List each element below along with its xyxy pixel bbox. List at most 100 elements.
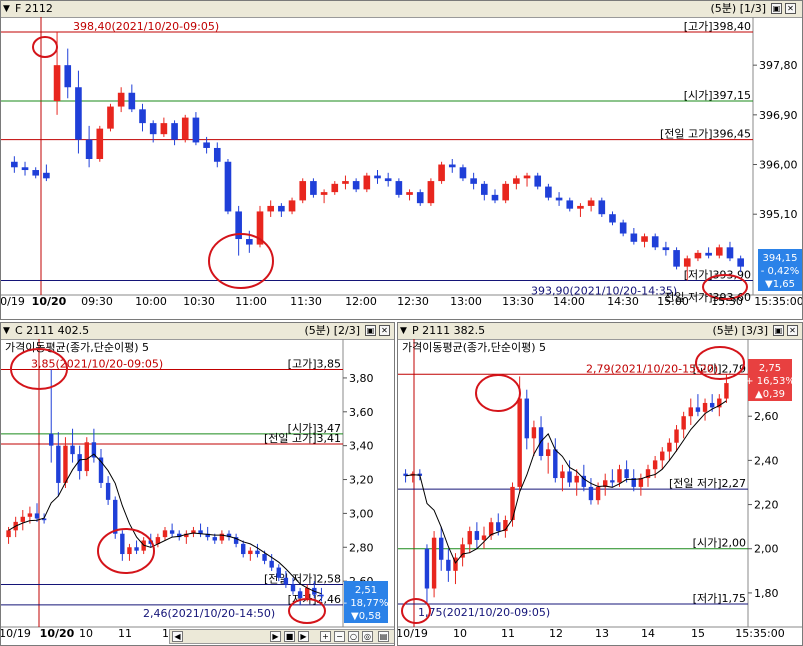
zoom-out-icon[interactable]: − xyxy=(334,631,345,642)
candle-body xyxy=(255,550,260,555)
candle-body xyxy=(70,445,75,455)
panel-titlebar: ▼ P 2111 382.5 (5분) [3/3] ▣ ✕ xyxy=(398,323,802,340)
candle-body xyxy=(248,550,253,555)
maximize-icon[interactable]: ▣ xyxy=(771,3,782,14)
candle-body xyxy=(342,181,349,184)
x-tick-label: 15:00 xyxy=(657,295,689,308)
candle-body xyxy=(683,258,691,267)
candle-body xyxy=(619,222,627,234)
badge-percent: - 0,42% xyxy=(761,266,800,277)
candle-body xyxy=(363,175,371,190)
maximize-icon[interactable]: ▣ xyxy=(773,325,784,336)
call-option-chart-svg: 3,803,603,403,203,002,802,60[고가]3,85[시가]… xyxy=(1,339,394,640)
candle-body xyxy=(6,530,11,538)
candle-body xyxy=(160,123,168,135)
y-tick-label: 396,00 xyxy=(759,159,798,172)
panel-title: C 2111 402.5 xyxy=(15,324,90,337)
candle-body xyxy=(181,117,189,140)
futures-chart-svg: 397,80 396,90 396,00 395,10 [고가]398,40 [시가]39… xyxy=(0,17,802,308)
reference-level-label: [저가]1,75 xyxy=(693,592,746,605)
close-icon[interactable]: ✕ xyxy=(787,325,798,336)
candle-body xyxy=(553,449,558,479)
candle-body xyxy=(283,577,289,585)
y-tick-label: 2,40 xyxy=(754,454,779,467)
candle-body xyxy=(427,181,435,204)
x-tick-label: 10/19 xyxy=(0,295,25,308)
stop-icon[interactable]: ■ xyxy=(284,631,295,642)
x-tick-label: 13:00 xyxy=(450,295,482,308)
candle-body xyxy=(660,451,665,461)
y-tick-label: 2,60 xyxy=(754,410,779,423)
candle-body xyxy=(288,200,296,212)
candle-body xyxy=(43,172,50,179)
settings-icon[interactable]: ▤ xyxy=(378,631,389,642)
zoom-reset-icon[interactable]: ○ xyxy=(348,631,359,642)
candle-body xyxy=(310,181,317,195)
candle-body xyxy=(21,167,29,171)
x-tick-label: 10/19 xyxy=(397,627,428,640)
candle-body xyxy=(709,402,715,408)
panel-page-indicator: (5분) [1/3] xyxy=(710,2,766,15)
candle-body xyxy=(374,175,381,179)
candle-body xyxy=(474,531,480,540)
candle-body xyxy=(641,236,648,242)
y-tick-label: 2,80 xyxy=(349,541,374,554)
candle-body xyxy=(105,482,111,500)
candle-body xyxy=(171,123,178,140)
collapse-triangle-icon[interactable]: ▼ xyxy=(3,1,10,17)
candle-body xyxy=(149,123,157,135)
x-tick-label: 12:30 xyxy=(397,295,429,308)
y-tick-label: 3,00 xyxy=(349,507,374,520)
candle-body xyxy=(384,178,392,182)
panel-page-indicator: (5분) [3/3] xyxy=(712,324,768,337)
candle-body xyxy=(662,247,670,251)
candle-body xyxy=(651,236,659,248)
candle-body xyxy=(290,584,296,592)
close-icon[interactable]: ✕ xyxy=(379,325,390,336)
reference-level-label: [전일 저가]2,58 xyxy=(264,572,341,586)
candle-body xyxy=(11,161,18,168)
candle-body xyxy=(267,205,274,212)
scroll-right-icon[interactable]: ▶ xyxy=(270,631,281,642)
candle-body xyxy=(610,480,615,483)
candle-body xyxy=(574,475,579,483)
reference-level-label: [시가]2,00 xyxy=(693,537,746,550)
futures-chart-panel: ▼ F 2112 (5분) [1/3] ▣ ✕ 397,80 396,90 396,… xyxy=(0,0,803,320)
candle-body xyxy=(566,200,574,209)
collapse-triangle-icon[interactable]: ▼ xyxy=(400,323,407,339)
x-tick-label: 10:00 xyxy=(135,295,167,308)
collapse-triangle-icon[interactable]: ▼ xyxy=(3,323,10,339)
zoom-in-icon[interactable]: + xyxy=(320,631,331,642)
candle-body xyxy=(431,537,437,589)
candle-body xyxy=(737,258,744,267)
scroll-left-icon[interactable]: ◀ xyxy=(172,631,183,642)
x-tick-label: 11 xyxy=(118,627,132,640)
x-tick-label: 11 xyxy=(501,627,515,640)
panel-page-indicator: (5분) [2/3] xyxy=(304,324,360,337)
close-icon[interactable]: ✕ xyxy=(785,3,796,14)
highlight-circle xyxy=(208,233,274,289)
play-icon[interactable]: ▶ xyxy=(298,631,309,642)
maximize-icon[interactable]: ▣ xyxy=(365,325,376,336)
candle-body xyxy=(113,499,118,534)
y-tick-label: 3,60 xyxy=(349,406,374,419)
candle-body xyxy=(169,530,175,534)
candle-body xyxy=(241,543,246,555)
put-option-chart-panel: ▼ P 2111 382.5 (5분) [3/3] ▣ ✕ 2,60 2,40 2,… xyxy=(397,322,803,646)
indicator-legend: 가격이동평균(종가,단순이평) 5 xyxy=(402,341,546,354)
candle-body xyxy=(224,161,232,212)
candle-body xyxy=(299,181,307,201)
zoom-fit-icon[interactable]: ◎ xyxy=(362,631,373,642)
candle-body xyxy=(724,383,729,399)
chart-scrollbar[interactable]: ◀ ▶ ■ ▶ + − ○ ◎ ▤ xyxy=(169,629,394,644)
candle-body xyxy=(502,183,509,201)
candle-body xyxy=(524,398,529,439)
candle-body xyxy=(117,92,125,107)
candle-body xyxy=(406,192,413,195)
candle-body xyxy=(496,522,501,532)
candle-body xyxy=(695,407,701,412)
panel-titlebar: ▼ F 2112 (5분) [1/3] ▣ ✕ xyxy=(1,1,802,18)
panel-titlebar: ▼ C 2111 402.5 (5분) [2/3] ▣ ✕ xyxy=(1,323,394,340)
x-tick-label: 09:30 xyxy=(81,295,113,308)
reference-level-label: [고가]3,85 xyxy=(288,357,341,370)
